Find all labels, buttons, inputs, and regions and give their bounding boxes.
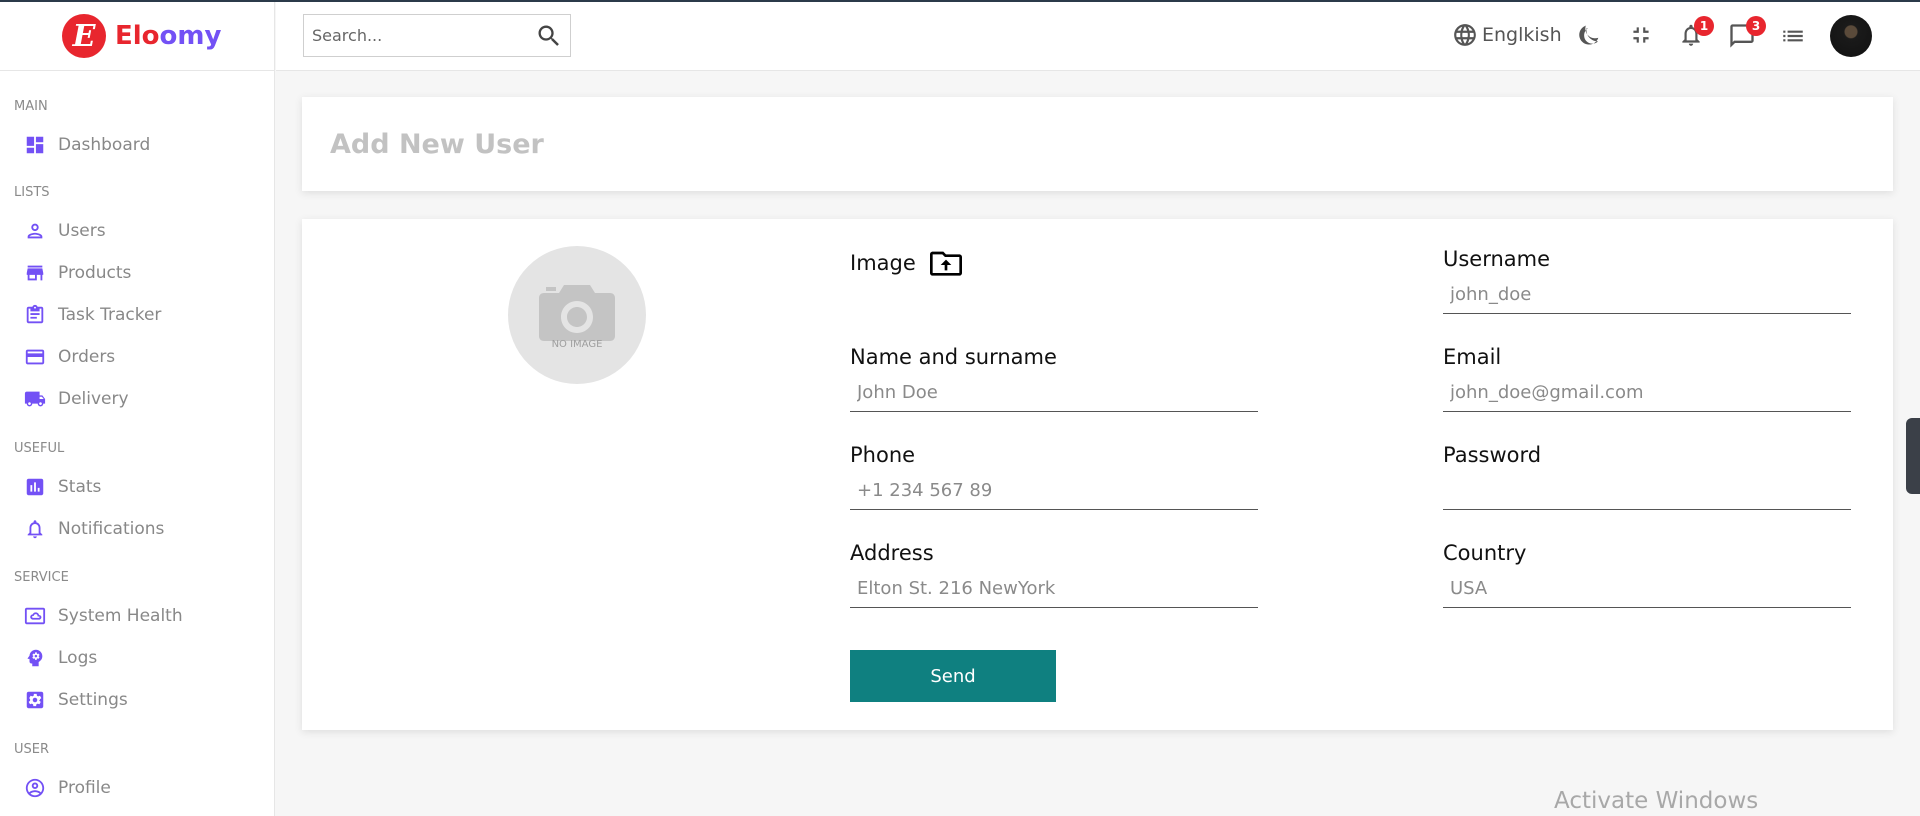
username-field <box>1443 276 1851 314</box>
sidebar-item-delivery[interactable]: Delivery <box>0 378 274 420</box>
sidebar-item-profile[interactable]: Profile <box>0 767 274 809</box>
globe-icon <box>1452 22 1478 48</box>
notifications-badge: 1 <box>1694 16 1714 36</box>
sidebar-item-label: Task Tracker <box>58 305 162 325</box>
country-input[interactable] <box>1443 570 1851 606</box>
username-label: Username <box>1443 247 1551 271</box>
name-label: Name and surname <box>850 345 1057 369</box>
image-upload-label[interactable]: Image <box>850 249 962 277</box>
sidebar-item-dashboard[interactable]: Dashboard <box>0 124 274 166</box>
camera-icon <box>536 281 618 343</box>
password-field <box>1443 472 1851 510</box>
messages-button[interactable]: 3 <box>1728 16 1766 50</box>
new-user-form-card: NO IMAGE Image Username Name and surname… <box>302 219 1893 730</box>
sidebar-item-orders[interactable]: Orders <box>0 336 274 378</box>
phone-label: Phone <box>850 443 916 467</box>
sidebar-item-label: System Health <box>58 606 183 626</box>
search-box[interactable] <box>303 14 571 57</box>
sidebar-item-task-tracker[interactable]: Task Tracker <box>0 294 274 336</box>
bell-icon <box>24 518 46 540</box>
language-label: Englkish <box>1482 24 1562 46</box>
search-icon[interactable] <box>532 19 566 53</box>
topbar: Englkish 1 3 <box>276 2 1920 71</box>
sidebar-item-users[interactable]: Users <box>0 210 274 252</box>
sidebar-item-label: Delivery <box>58 389 129 409</box>
section-title-user: USER <box>14 742 50 757</box>
bar-chart-icon <box>24 476 46 498</box>
image-label-text: Image <box>850 251 916 275</box>
logo-icon: E <box>62 14 106 58</box>
notifications-button[interactable]: 1 <box>1678 16 1714 48</box>
sidebar-item-label: Dashboard <box>58 135 151 155</box>
send-button[interactable]: Send <box>850 650 1056 702</box>
section-title-main: MAIN <box>14 99 48 114</box>
country-field <box>1443 570 1851 608</box>
compress-icon <box>1628 22 1654 48</box>
sidebar-item-label: Notifications <box>58 519 165 539</box>
image-preview: NO IMAGE <box>508 246 646 384</box>
folder-upload-icon[interactable] <box>929 249 962 277</box>
sidebar-item-label: Logs <box>58 648 98 668</box>
phone-input[interactable] <box>850 472 1258 508</box>
section-title-lists: LISTS <box>14 185 50 200</box>
list-icon <box>1780 23 1806 49</box>
language-selector[interactable]: Englkish <box>1452 22 1562 48</box>
sidebar-item-label: Products <box>58 263 132 283</box>
fullscreen-toggle[interactable] <box>1628 22 1654 48</box>
email-label: Email <box>1443 345 1502 369</box>
dark-mode-toggle[interactable] <box>1576 22 1602 48</box>
logo-text: Eloomy <box>115 21 222 51</box>
email-input[interactable] <box>1443 374 1851 410</box>
page-title: Add New User <box>330 129 544 160</box>
clipboard-icon <box>24 304 46 326</box>
username-input[interactable] <box>1443 276 1851 312</box>
sidebar-item-logs[interactable]: Logs <box>0 637 274 679</box>
side-widget-handle[interactable] <box>1906 418 1920 494</box>
profile-icon <box>24 777 46 799</box>
credit-card-icon <box>24 346 46 368</box>
sidebar-item-stats[interactable]: Stats <box>0 466 274 508</box>
sidebar-item-notifications[interactable]: Notifications <box>0 508 274 550</box>
brain-icon <box>24 647 46 669</box>
sidebar-item-label: Stats <box>58 477 102 497</box>
sidebar-item-label: Orders <box>58 347 116 367</box>
password-label: Password <box>1443 443 1542 467</box>
sidebar-item-label: Profile <box>58 778 111 798</box>
user-icon <box>24 220 46 242</box>
search-input[interactable] <box>304 26 532 45</box>
sidebar: E Eloomy MAIN Dashboard LISTS Users Prod… <box>0 2 275 816</box>
settings-icon <box>24 689 46 711</box>
phone-field <box>850 472 1258 510</box>
cloud-icon <box>24 605 46 627</box>
password-input[interactable] <box>1443 472 1851 508</box>
name-field <box>850 374 1258 412</box>
sidebar-item-products[interactable]: Products <box>0 252 274 294</box>
address-field <box>850 570 1258 608</box>
sidebar-item-settings[interactable]: Settings <box>0 679 274 721</box>
country-label: Country <box>1443 541 1527 565</box>
section-title-useful: USEFUL <box>14 441 65 456</box>
email-field <box>1443 374 1851 412</box>
page-header-card: Add New User <box>302 97 1893 191</box>
address-input[interactable] <box>850 570 1258 606</box>
section-title-service: SERVICE <box>14 570 69 585</box>
sidebar-item-label: Settings <box>58 690 128 710</box>
truck-icon <box>24 388 46 410</box>
moon-icon <box>1576 22 1602 48</box>
store-icon <box>24 262 46 284</box>
menu-list-button[interactable] <box>1780 23 1806 49</box>
no-image-caption: NO IMAGE <box>551 338 603 350</box>
sidebar-item-label: Users <box>58 221 106 241</box>
avatar[interactable] <box>1830 15 1872 57</box>
messages-badge: 3 <box>1746 16 1766 36</box>
name-input[interactable] <box>850 374 1258 410</box>
dashboard-icon <box>24 134 46 156</box>
logo[interactable]: E Eloomy <box>0 2 274 71</box>
activate-windows-watermark: Activate Windows <box>1554 788 1759 814</box>
sidebar-nav: MAIN Dashboard LISTS Users Products Task… <box>0 71 274 809</box>
sidebar-item-system-health[interactable]: System Health <box>0 595 274 637</box>
address-label: Address <box>850 541 934 565</box>
